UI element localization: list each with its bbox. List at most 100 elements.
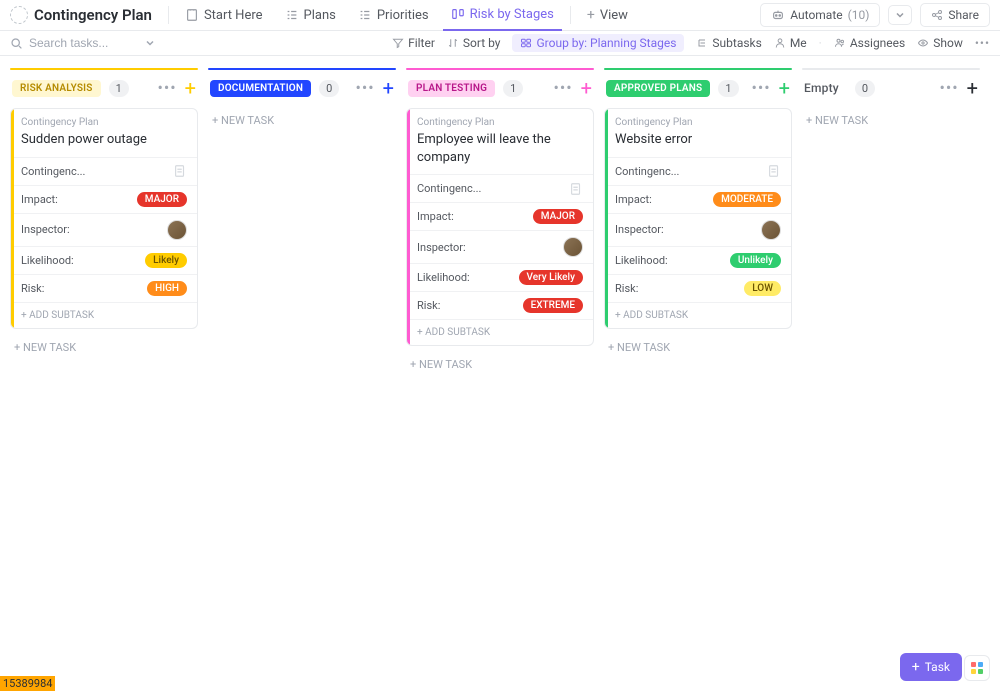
kanban-board: RISK ANALYSIS 1 ••• + Contingency Plan S…: [0, 56, 1000, 655]
share-label: Share: [948, 8, 979, 22]
new-task-button[interactable]: + NEW TASK: [802, 108, 980, 133]
add-subtask-button[interactable]: + ADD SUBTASK: [605, 302, 791, 328]
tab-label: Priorities: [377, 8, 429, 23]
avatar[interactable]: [761, 220, 781, 240]
sortby-button[interactable]: Sort by: [447, 36, 501, 50]
column-empty: Empty 0 ••• + + NEW TASK: [802, 68, 980, 643]
chevron-down-icon: [895, 10, 905, 20]
column-count: 1: [718, 80, 738, 97]
risk-badge: HIGH: [147, 281, 187, 296]
plus-icon: +: [587, 7, 595, 23]
automate-button[interactable]: Automate (10): [760, 3, 880, 27]
new-task-button[interactable]: + NEW TASK: [10, 335, 198, 360]
avatar[interactable]: [167, 220, 187, 240]
card-breadcrumb: Contingency Plan: [417, 117, 583, 128]
column-header: APPROVED PLANS 1 ••• +: [604, 74, 792, 102]
search-wrap: [10, 36, 170, 50]
app-header: Contingency Plan Start Here Plans Priori…: [0, 0, 1000, 31]
subtasks-label: Subtasks: [712, 36, 761, 50]
document-icon[interactable]: [173, 164, 187, 178]
column-add-button[interactable]: +: [383, 78, 394, 98]
group-icon: [520, 37, 532, 49]
column-label[interactable]: APPROVED PLANS: [606, 80, 710, 97]
inspector-label: Inspector:: [417, 241, 466, 254]
column-label[interactable]: RISK ANALYSIS: [12, 80, 101, 97]
risk-label: Risk:: [615, 282, 638, 295]
robot-icon: [771, 8, 785, 22]
likelihood-label: Likelihood:: [417, 271, 470, 284]
avatar[interactable]: [563, 237, 583, 257]
add-subtask-button[interactable]: + ADD SUBTASK: [407, 319, 593, 345]
new-task-button[interactable]: + NEW TASK: [604, 335, 792, 360]
card-title: Website error: [615, 131, 781, 149]
list-icon: [358, 8, 372, 22]
filter-button[interactable]: Filter: [392, 36, 435, 50]
column-add-button[interactable]: +: [185, 78, 196, 98]
document-icon[interactable]: [767, 164, 781, 178]
tab-add-view[interactable]: + View: [579, 0, 636, 31]
column-label[interactable]: DOCUMENTATION: [210, 80, 311, 97]
column-accent: [208, 68, 396, 70]
column-add-button[interactable]: +: [779, 78, 790, 98]
divider: [168, 6, 169, 24]
card-title: Employee will leave the company: [417, 131, 583, 166]
column-label[interactable]: PLAN TESTING: [408, 80, 495, 97]
tab-label: Start Here: [204, 8, 263, 23]
column-more-button[interactable]: •••: [939, 80, 958, 96]
risk-label: Risk:: [417, 299, 440, 312]
task-fab-label: Task: [925, 660, 950, 674]
inspector-label: Inspector:: [615, 223, 664, 236]
subtasks-icon: [696, 37, 708, 49]
new-task-button[interactable]: + NEW TASK: [406, 352, 594, 377]
show-button[interactable]: Show: [917, 36, 963, 50]
column-risk-analysis: RISK ANALYSIS 1 ••• + Contingency Plan S…: [10, 68, 198, 643]
tab-priorities[interactable]: Priorities: [350, 0, 437, 31]
column-plan-testing: PLAN TESTING 1 ••• + Contingency Plan Em…: [406, 68, 594, 643]
card-accent: [605, 109, 608, 328]
column-add-button[interactable]: +: [581, 78, 592, 98]
search-input[interactable]: [29, 36, 139, 50]
risk-label: Risk:: [21, 282, 44, 295]
task-card[interactable]: Contingency Plan Website error Contingen…: [604, 108, 792, 329]
share-button[interactable]: Share: [920, 3, 990, 27]
more-button[interactable]: •••: [975, 36, 990, 50]
apps-fab[interactable]: [964, 655, 990, 681]
groupby-button[interactable]: Group by: Planning Stages: [512, 34, 684, 52]
automate-dropdown[interactable]: [888, 5, 912, 25]
page-title: Contingency Plan: [34, 6, 152, 24]
groupby-label: Group by: Planning Stages: [536, 36, 676, 50]
column-more-button[interactable]: •••: [157, 80, 176, 96]
contingency-field-label: Contingenc...: [615, 165, 679, 178]
divider: ·: [819, 36, 822, 50]
tab-risk-by-stages[interactable]: Risk by Stages: [443, 0, 562, 31]
new-task-button[interactable]: + NEW TASK: [208, 108, 396, 133]
person-icon: [774, 37, 786, 49]
column-more-button[interactable]: •••: [751, 80, 770, 96]
tab-plans[interactable]: Plans: [277, 0, 344, 31]
column-count: 1: [503, 80, 523, 97]
create-task-fab[interactable]: + Task: [900, 653, 962, 681]
column-add-button[interactable]: +: [967, 78, 978, 98]
card-breadcrumb: Contingency Plan: [21, 117, 187, 128]
document-icon[interactable]: [569, 182, 583, 196]
column-more-button[interactable]: •••: [553, 80, 572, 96]
share-icon: [931, 9, 943, 21]
me-button[interactable]: Me: [774, 36, 807, 50]
card-accent: [11, 109, 14, 328]
filter-label: Filter: [408, 36, 435, 50]
task-card[interactable]: Contingency Plan Employee will leave the…: [406, 108, 594, 346]
impact-badge: MAJOR: [533, 209, 583, 224]
add-subtask-button[interactable]: + ADD SUBTASK: [11, 302, 197, 328]
automate-label: Automate: [790, 8, 842, 22]
chevron-down-icon[interactable]: [145, 38, 155, 48]
assignees-button[interactable]: Assignees: [834, 36, 905, 50]
tab-start-here[interactable]: Start Here: [177, 0, 271, 31]
column-label[interactable]: Empty: [804, 78, 847, 98]
subtasks-button[interactable]: Subtasks: [696, 36, 761, 50]
filter-icon: [392, 37, 404, 49]
task-card[interactable]: Contingency Plan Sudden power outage Con…: [10, 108, 198, 329]
column-more-button[interactable]: •••: [355, 80, 374, 96]
likelihood-badge: Likely: [145, 253, 187, 268]
likelihood-label: Likelihood:: [21, 254, 74, 267]
list-icon: [285, 8, 299, 22]
